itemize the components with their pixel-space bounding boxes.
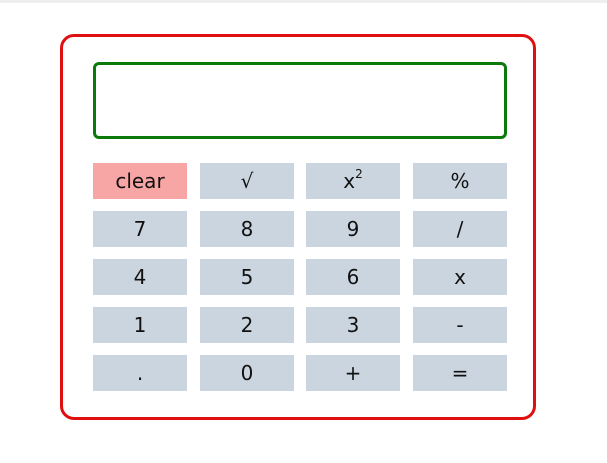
digit-7-button[interactable]: 7 — [93, 211, 187, 247]
divide-button[interactable]: / — [413, 211, 507, 247]
digit-5-button[interactable]: 5 — [200, 259, 294, 295]
multiply-button[interactable]: x — [413, 259, 507, 295]
digit-0-button[interactable]: 0 — [200, 355, 294, 391]
top-divider — [0, 0, 607, 3]
digit-4-button[interactable]: 4 — [93, 259, 187, 295]
digit-8-button[interactable]: 8 — [200, 211, 294, 247]
digit-6-button[interactable]: 6 — [306, 259, 400, 295]
square-superscript: 2 — [355, 167, 363, 182]
digit-2-button[interactable]: 2 — [200, 307, 294, 343]
decimal-button[interactable]: . — [93, 355, 187, 391]
calculator-display — [93, 62, 507, 139]
add-button[interactable]: + — [306, 355, 400, 391]
subtract-button[interactable]: - — [413, 307, 507, 343]
percent-button[interactable]: % — [413, 163, 507, 199]
square-button[interactable]: x2 — [306, 163, 400, 199]
square-button-label: x — [343, 169, 356, 193]
clear-button[interactable]: clear — [93, 163, 187, 199]
equals-button[interactable]: = — [413, 355, 507, 391]
digit-1-button[interactable]: 1 — [93, 307, 187, 343]
calculator-frame: clear √ x2 % 7 8 9 / 4 5 6 x 1 2 3 - . 0… — [60, 34, 536, 420]
digit-3-button[interactable]: 3 — [306, 307, 400, 343]
digit-9-button[interactable]: 9 — [306, 211, 400, 247]
sqrt-button[interactable]: √ — [200, 163, 294, 199]
